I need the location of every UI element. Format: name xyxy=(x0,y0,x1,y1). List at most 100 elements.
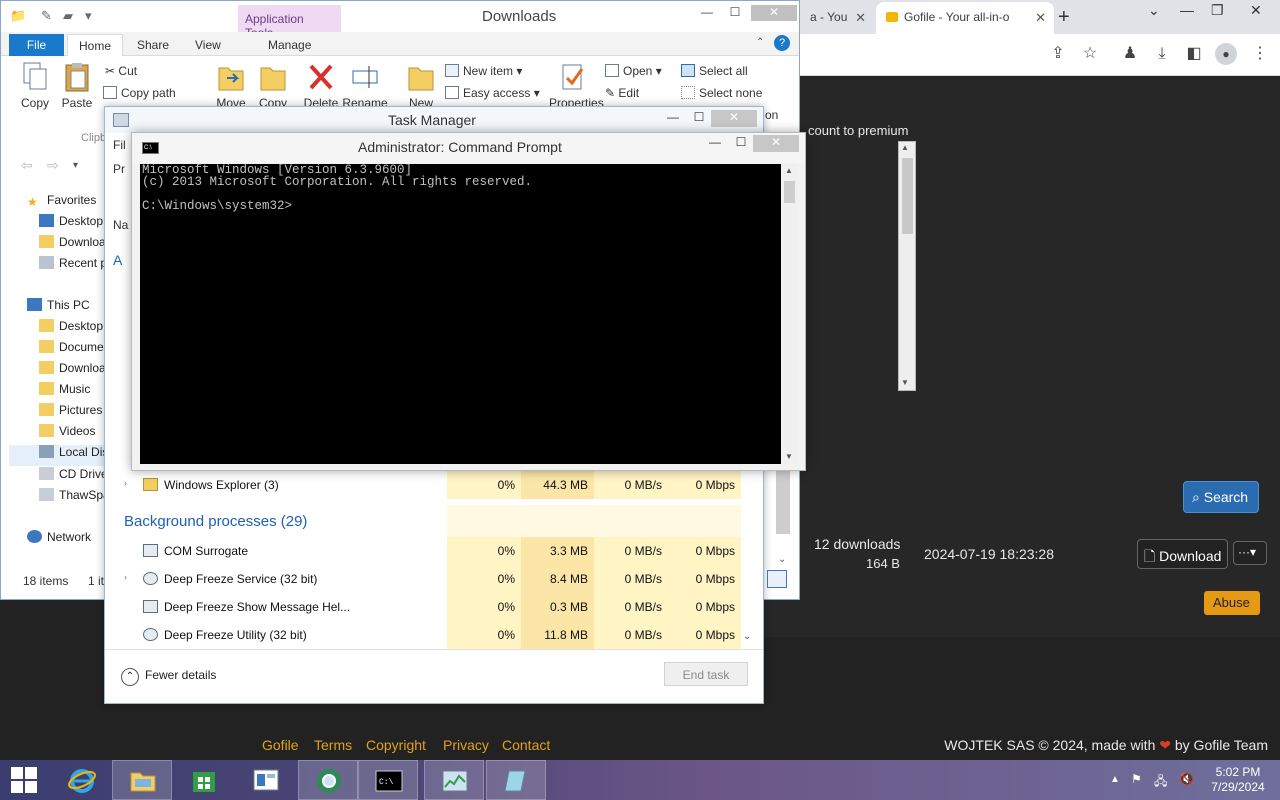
footer-link-contact[interactable]: Contact xyxy=(502,737,550,753)
taskbar-browser[interactable] xyxy=(298,760,358,800)
new-item-button[interactable]: New item ▾ xyxy=(445,64,522,78)
scroll-up-icon[interactable]: ▲ xyxy=(785,166,793,175)
explorer-scroll-down-icon[interactable]: ⌄ xyxy=(778,554,786,565)
properties-button[interactable]: Properties xyxy=(549,62,604,110)
browser-tab-gofile[interactable]: Gofile - Your all-in-o ✕ xyxy=(876,2,1054,34)
footer-link-privacy[interactable]: Privacy xyxy=(443,737,489,753)
minimize-icon[interactable]: — xyxy=(1180,2,1194,18)
download-icon[interactable]: ⤓ xyxy=(1152,44,1172,64)
tab-file[interactable]: File xyxy=(9,34,64,56)
download-button[interactable]: 🗋 Download xyxy=(1137,539,1228,569)
menu-dots-icon[interactable]: ⋮ xyxy=(1250,44,1270,64)
process-row[interactable]: › Windows Explorer (3) 0% 44.3 MB 0 MB/s… xyxy=(113,471,743,499)
process-row[interactable]: Deep Freeze Show Message Hel... 0% 0.3 M… xyxy=(113,593,743,621)
copy-button[interactable]: Copy xyxy=(11,62,59,110)
forward-arrow-icon[interactable]: ⇨ xyxy=(47,157,59,174)
process-row[interactable]: COM Surrogate 0% 3.3 MB 0 MB/s 0 Mbps xyxy=(113,537,743,565)
select-none-button[interactable]: Select none xyxy=(681,86,762,100)
nav-local-disk[interactable]: Local Dis xyxy=(9,445,113,466)
close-window-icon[interactable]: ✕ xyxy=(1250,2,1262,19)
select-all-button[interactable]: Select all xyxy=(681,64,748,78)
browser-tab-inactive[interactable]: a - You ✕ xyxy=(800,2,872,34)
network-status-icon[interactable]: 🖧 xyxy=(1154,772,1167,793)
tab-manage[interactable]: Manage xyxy=(268,38,311,52)
scroll-down-icon[interactable]: ▼ xyxy=(901,378,909,387)
rename-button[interactable]: Rename xyxy=(341,62,389,110)
scroll-down-arrow-icon[interactable]: ⌄ xyxy=(743,631,751,642)
show-hidden-icons-icon[interactable]: ▲ xyxy=(1110,774,1120,785)
content-scrollbar[interactable]: ▲ ▼ xyxy=(898,141,916,391)
restore-icon[interactable]: ❐ xyxy=(1211,2,1224,19)
extension-icon[interactable]: ♟ xyxy=(1120,44,1140,64)
menu-file[interactable]: Fil xyxy=(113,138,126,152)
close-window-icon[interactable]: ✕ xyxy=(711,110,757,127)
console-output[interactable]: Microsoft Windows [Version 6.3.9600] (c) … xyxy=(140,164,781,464)
process-row[interactable]: Deep Freeze Utility (32 bit) 0% 11.8 MB … xyxy=(113,621,743,649)
action-center-flag-icon[interactable]: ⚑ xyxy=(1131,772,1142,786)
more-options-button[interactable]: ···▾ xyxy=(1233,541,1267,565)
side-panel-icon[interactable]: ◧ xyxy=(1184,44,1204,64)
scroll-down-icon[interactable]: ▼ xyxy=(785,452,793,461)
tab-processes[interactable]: Pr xyxy=(113,162,125,176)
system-clock[interactable]: 5:02 PM 7/29/2024 xyxy=(1206,765,1270,795)
minimize-icon[interactable]: — xyxy=(701,135,729,149)
close-window-icon[interactable]: ✕ xyxy=(753,135,799,152)
scroll-up-icon[interactable]: ▲ xyxy=(901,143,909,152)
bookmark-star-icon[interactable]: ☆ xyxy=(1080,44,1100,64)
volume-muted-icon[interactable]: 🔇 xyxy=(1179,772,1194,786)
footer-link-gofile[interactable]: Gofile xyxy=(262,737,299,753)
easy-access-button[interactable]: Easy access ▾ xyxy=(445,86,540,100)
new-folder-quick-icon[interactable]: ▰ xyxy=(63,8,73,24)
scroll-thumb[interactable] xyxy=(784,181,795,203)
invert-selection-button[interactable]: on xyxy=(765,108,778,122)
profile-avatar-icon[interactable]: ● xyxy=(1215,43,1237,65)
recent-locations-icon[interactable]: ▾ xyxy=(73,160,78,171)
minimize-icon[interactable]: — xyxy=(659,110,687,124)
taskbar-command-prompt[interactable]: C:\ xyxy=(358,760,418,800)
tab-search-icon[interactable]: ⌄ xyxy=(1148,2,1160,19)
taskbar-task-manager[interactable] xyxy=(424,760,484,800)
delete-button[interactable]: Delete xyxy=(297,62,345,110)
console-scrollbar[interactable]: ▲ ▼ xyxy=(781,164,798,464)
scroll-thumb[interactable] xyxy=(902,158,913,234)
details-view-icon[interactable] xyxy=(767,570,787,588)
properties-quick-icon[interactable]: ✎ xyxy=(41,8,52,24)
taskbar-control-panel[interactable] xyxy=(236,760,296,800)
maximize-icon[interactable]: ☐ xyxy=(727,135,755,149)
maximize-icon[interactable]: ☐ xyxy=(721,5,749,21)
explorer-scroll-thumb[interactable] xyxy=(776,470,790,534)
taskbar-store[interactable] xyxy=(174,760,234,800)
process-row[interactable]: › Deep Freeze Service (32 bit) 0% 8.4 MB… xyxy=(113,565,743,593)
share-icon[interactable]: ⇪ xyxy=(1048,44,1068,64)
tab-share[interactable]: Share xyxy=(137,38,169,52)
maximize-icon[interactable]: ☐ xyxy=(685,110,713,124)
footer-link-copyright[interactable]: Copyright xyxy=(366,737,426,753)
tab-home[interactable]: Home xyxy=(67,34,123,57)
column-name-header[interactable]: Na xyxy=(113,218,128,232)
search-button[interactable]: ⌕ Search xyxy=(1183,481,1259,513)
taskbar-file-explorer[interactable] xyxy=(112,760,172,800)
back-arrow-icon[interactable]: ⇦ xyxy=(21,157,33,174)
ribbon-collapse-icon[interactable]: ⌃ xyxy=(756,37,764,48)
tab-view[interactable]: View xyxy=(195,38,221,52)
minimize-icon[interactable]: — xyxy=(693,5,721,21)
abuse-button[interactable]: Abuse xyxy=(1204,591,1260,615)
start-button[interactable] xyxy=(0,760,52,800)
open-button[interactable]: Open ▾ xyxy=(605,64,662,78)
cut-button[interactable]: ✂ Cut xyxy=(105,64,137,78)
footer-link-terms[interactable]: Terms xyxy=(314,737,352,753)
explorer-app-icon[interactable]: 📁 xyxy=(10,8,26,24)
taskbar-app[interactable] xyxy=(486,760,546,800)
close-tab-icon[interactable]: ✕ xyxy=(855,10,866,26)
close-window-icon[interactable]: ✕ xyxy=(751,5,797,21)
close-tab-icon[interactable]: ✕ xyxy=(1035,10,1046,26)
end-task-button[interactable]: End task xyxy=(664,662,748,686)
taskbar-internet-explorer[interactable] xyxy=(52,760,112,800)
edit-button[interactable]: ✎ Edit xyxy=(605,86,639,100)
fewer-details-button[interactable]: ⌃ Fewer details xyxy=(121,668,216,686)
customize-toolbar-icon[interactable]: ▾ xyxy=(85,8,92,24)
move-to-button[interactable]: Move xyxy=(207,62,255,110)
expand-chevron-icon[interactable]: › xyxy=(124,572,127,582)
paste-button[interactable]: Paste xyxy=(53,62,101,110)
new-folder-button[interactable]: New xyxy=(397,62,445,110)
